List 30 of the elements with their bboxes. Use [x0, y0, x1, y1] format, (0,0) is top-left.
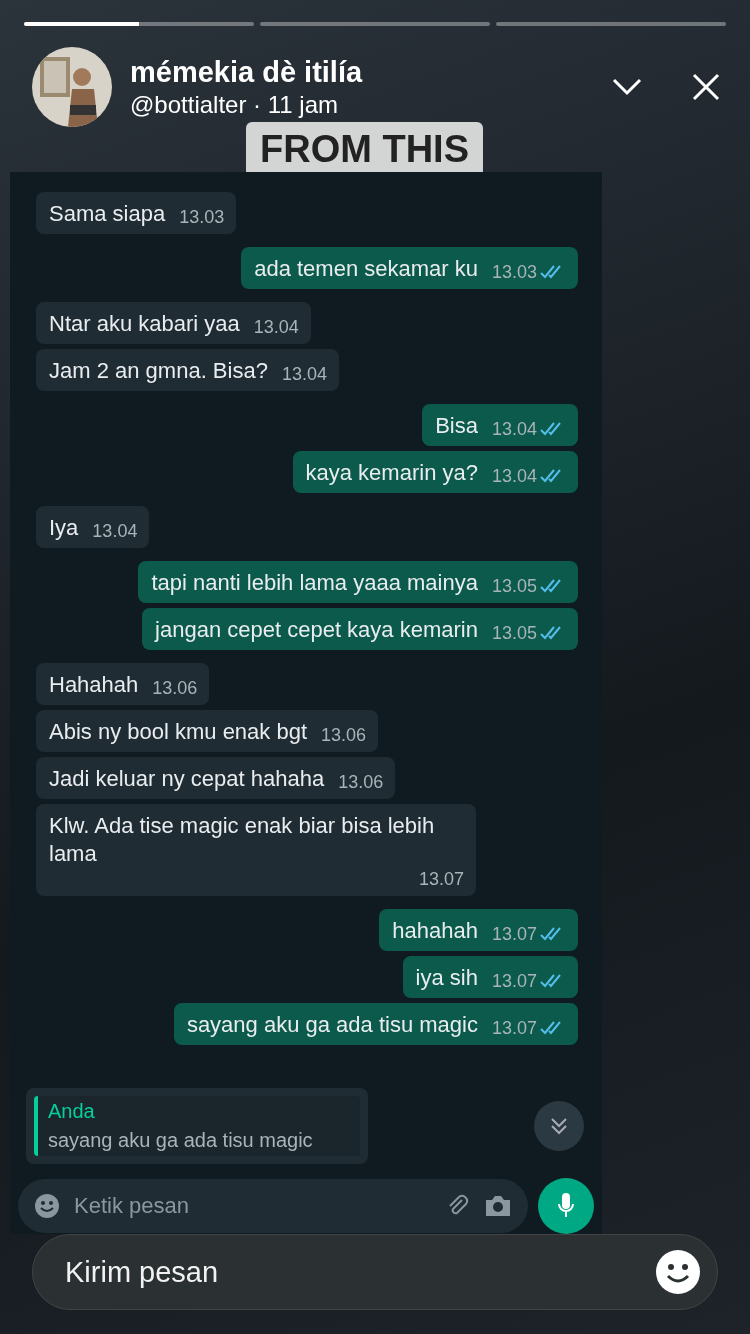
message-input[interactable]: Ketik pesan — [18, 1179, 528, 1233]
microphone-icon — [557, 1192, 575, 1220]
message-bubble: iya sih 13.07 — [402, 956, 578, 998]
message-bubble: Iya 13.04 — [36, 506, 150, 548]
account-name: mémekia dè itilía — [130, 55, 364, 89]
close-icon[interactable] — [692, 73, 720, 101]
mic-button[interactable] — [538, 1178, 594, 1234]
double-chevron-down-icon — [549, 1116, 569, 1136]
message-bubble: sayang aku ga ada tisu magic 13.07 — [173, 1003, 578, 1045]
message-bubble: Hahahah 13.06 — [36, 663, 210, 705]
message-bubble: Jam 2 an gmna. Bisa? 13.04 — [36, 349, 339, 391]
message-bubble: kaya kemarin ya? 13.04 — [292, 451, 578, 493]
account-handle: @bottialter · 11 jam — [130, 90, 339, 119]
camera-icon[interactable] — [484, 1194, 512, 1218]
scroll-down-button[interactable] — [534, 1101, 584, 1151]
emoji-icon[interactable] — [34, 1193, 60, 1219]
message-bubble: Jadi keluar ny cepat hahaha 13.06 — [36, 757, 396, 799]
message-bubble: Abis ny bool kmu enak bgt 13.06 — [36, 710, 379, 752]
smiley-icon[interactable] — [655, 1249, 701, 1295]
message-bubble: ada temen sekamar ku 13.03 — [241, 247, 578, 289]
chevron-down-icon[interactable] — [612, 78, 642, 96]
reply-preview: Anda sayang aku ga ada tisu magic — [26, 1088, 368, 1164]
message-bar[interactable]: Kirim pesan — [32, 1234, 718, 1310]
message-bubble: tapi nanti lebih lama yaaa mainya 13.05 — [138, 561, 578, 603]
message-bubble: hahahah 13.07 — [379, 909, 578, 951]
message-bubble: Ntar aku kabari yaa 13.04 — [36, 302, 311, 344]
message-bubble: Sama siapa 13.03 — [36, 192, 237, 234]
message-bubble: Bisa 13.04 — [422, 404, 578, 446]
message-bubble: Klw. Ada tise magic enak biar bisa lebih lama 13.07 — [36, 804, 476, 896]
message-bubble: jangan cepet cepet kaya kemarin 13.05 — [142, 608, 578, 650]
